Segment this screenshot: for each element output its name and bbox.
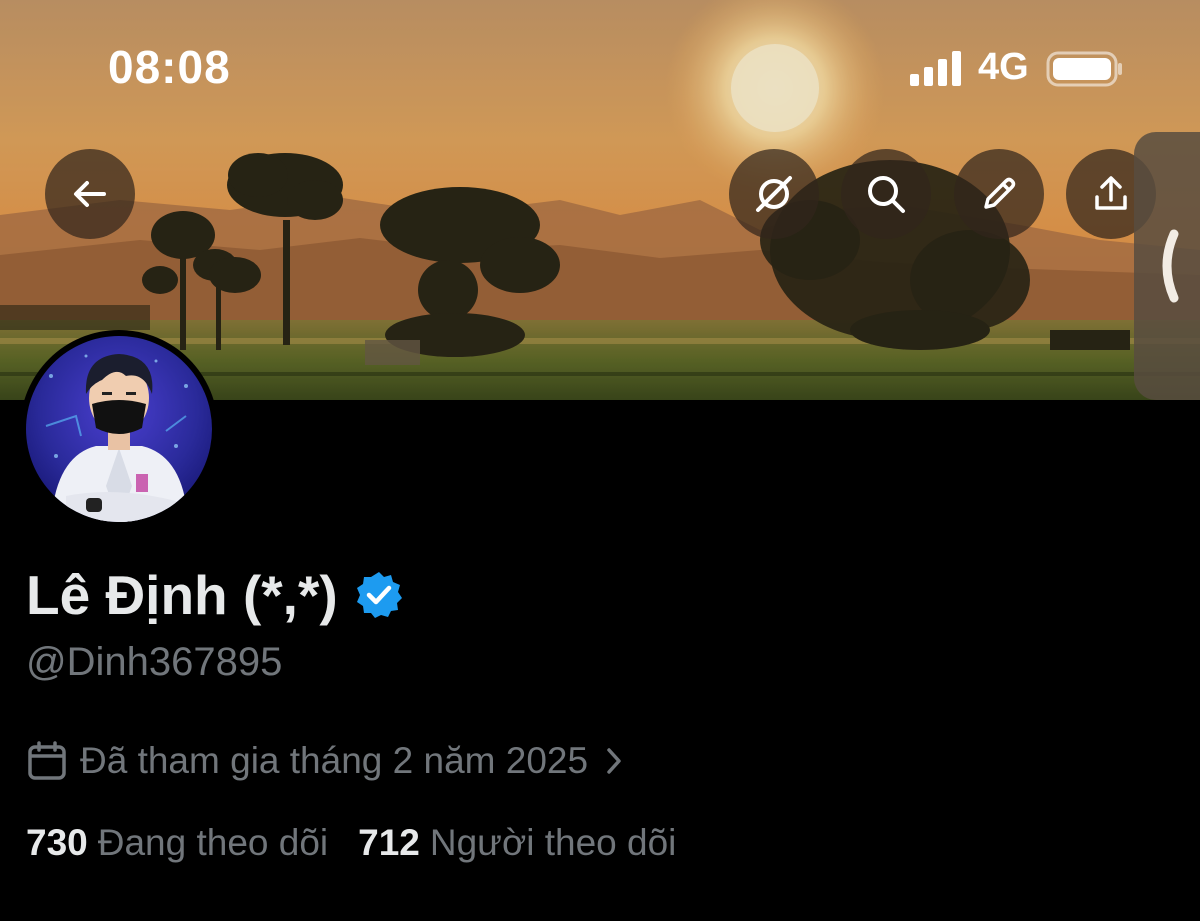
network-type: 4G	[978, 46, 1029, 88]
share-icon	[1095, 176, 1127, 210]
grok-button[interactable]	[729, 149, 819, 239]
followers-count: 712	[358, 822, 420, 863]
chevron-right-icon	[607, 748, 621, 774]
verified-badge-icon[interactable]	[354, 570, 404, 620]
back-button[interactable]	[45, 149, 135, 239]
follow-stats: 730 Đang theo dõi 712 Người theo dõi	[26, 818, 676, 868]
pencil-icon	[984, 177, 1016, 209]
joined-date-text: Đã tham gia tháng 2 năm 2025	[80, 740, 589, 781]
display-name: Lê Định (*,*)	[26, 564, 338, 626]
user-handle: @Dinh367895	[26, 640, 283, 684]
joined-date-row[interactable]: Đã tham gia tháng 2 năm 2025	[26, 738, 624, 784]
avatar[interactable]	[20, 330, 218, 528]
edit-button[interactable]	[954, 149, 1044, 239]
battery-icon	[1046, 51, 1122, 87]
following-count: 730	[26, 822, 88, 863]
signal-icon	[910, 51, 961, 86]
search-icon	[868, 176, 905, 213]
search-button[interactable]	[841, 149, 931, 239]
side-drawer-handle[interactable]	[1134, 132, 1200, 400]
followers-label: Người theo dõi	[429, 822, 677, 863]
profile-name-row: Lê Định (*,*)	[26, 562, 404, 628]
following-label: Đang theo dõi	[97, 822, 329, 863]
followers-link[interactable]: 712 Người theo dõi	[358, 822, 676, 864]
arrow-left-icon	[74, 181, 106, 207]
avatar-image	[26, 336, 212, 522]
status-time: 08:08	[108, 41, 231, 93]
following-link[interactable]: 730 Đang theo dõi	[26, 822, 328, 864]
chevron-left-icon	[1162, 229, 1179, 303]
grok-icon	[756, 176, 792, 212]
status-bar: 08:08 4G	[0, 0, 1200, 130]
calendar-icon	[28, 741, 66, 780]
